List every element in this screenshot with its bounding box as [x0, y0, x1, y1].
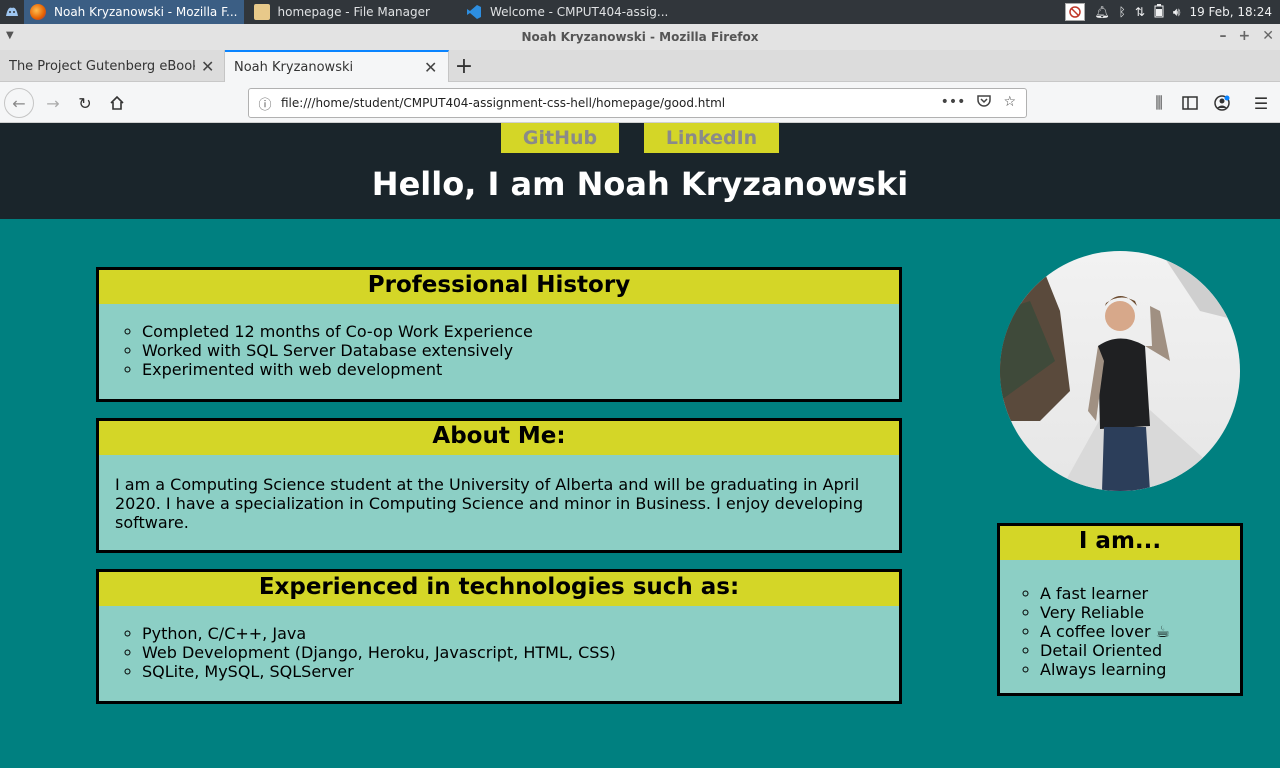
bookmark-star-icon[interactable]: ☆ [1003, 94, 1016, 112]
account-button[interactable] [1207, 88, 1237, 118]
notification-bell-icon[interactable]: 🔔︎ [1094, 5, 1109, 19]
about-text: I am a Computing Science student at the … [115, 475, 864, 532]
tab-gutenberg[interactable]: The Project Gutenberg eBook of Ja ✕ [0, 50, 225, 82]
url-bar[interactable]: ⓘ file:///home/student/CMPUT404-assignme… [248, 88, 1027, 118]
task-label: homepage - File Manager [277, 5, 430, 19]
card-title: About Me: [99, 421, 899, 455]
tab-noah[interactable]: Noah Kryzanowski ✕ [225, 50, 449, 82]
card-title: Professional History [99, 270, 899, 304]
forward-button[interactable]: → [38, 88, 68, 118]
web-page: GitHub LinkedIn Hello, I am Noah Kryzano… [0, 123, 1280, 768]
close-window-icon[interactable]: ✕ [1262, 28, 1274, 44]
close-tab-icon[interactable]: ✕ [201, 57, 214, 76]
list-item: Very Reliable [1040, 603, 1240, 622]
card-title: I am... [1000, 526, 1240, 560]
arrow-left-icon: ← [12, 93, 26, 113]
i-am-card: I am... A fast learner Very Reliable A c… [997, 523, 1243, 696]
network-icon[interactable]: ⇅ [1135, 5, 1145, 19]
close-tab-icon[interactable]: ✕ [424, 58, 437, 77]
folder-icon [253, 4, 270, 20]
traits-list: A fast learner Very Reliable A coffee lo… [1000, 560, 1240, 679]
task-vscode[interactable]: Welcome - CMPUT404-assig... [460, 0, 674, 24]
list-item: Completed 12 months of Co-op Work Experi… [142, 322, 899, 341]
list-item: A fast learner [1040, 584, 1240, 603]
card-title: Experienced in technologies such as: [99, 572, 899, 606]
reload-icon: ↻ [78, 93, 92, 113]
url-text[interactable]: file:///home/student/CMPUT404-assignment… [281, 96, 941, 110]
system-tray: 🔔︎ ᛒ ⇅ 🔊︎ 19 Feb, 18:24 [1065, 0, 1272, 24]
tab-label: Noah Kryzanowski [234, 59, 354, 75]
list-item: SQLite, MySQL, SQLServer [142, 662, 899, 681]
firefox-icon [30, 4, 46, 20]
professional-history-card: Professional History Completed 12 months… [96, 267, 902, 402]
github-link[interactable]: GitHub [501, 123, 619, 153]
window-title: Noah Kryzanowski - Mozilla Firefox [521, 30, 759, 44]
volume-icon[interactable]: 🔊︎ [1173, 5, 1181, 20]
info-icon[interactable]: ⓘ [249, 94, 281, 113]
pocket-icon[interactable] [977, 94, 992, 112]
library-icon: ⫼ [1155, 93, 1163, 112]
profile-photo [1000, 251, 1240, 491]
library-button[interactable]: ⫼ [1144, 88, 1174, 118]
reload-button[interactable]: ↻ [70, 88, 100, 118]
list-item: A coffee lover ☕ [1040, 622, 1240, 641]
task-label: Noah Kryzanowski - Mozilla F... [54, 5, 238, 19]
linkedin-link[interactable]: LinkedIn [644, 123, 779, 153]
page-header: GitHub LinkedIn Hello, I am Noah Kryzano… [0, 123, 1280, 219]
minimize-icon[interactable]: – [1220, 28, 1227, 44]
battery-icon[interactable] [1154, 3, 1164, 21]
about-me-card: About Me: I am a Computing Science stude… [96, 418, 902, 553]
list-item: Worked with SQL Server Database extensiv… [142, 341, 899, 360]
task-label: Welcome - CMPUT404-assig... [489, 5, 669, 19]
technologies-card: Experienced in technologies such as: Pyt… [96, 569, 902, 704]
new-tab-button[interactable]: + [449, 50, 479, 82]
list-item: Python, C/C++, Java [142, 624, 899, 643]
hamburger-icon: ☰ [1253, 93, 1269, 113]
page-actions-icon[interactable]: ••• [941, 94, 966, 112]
taskbar: Noah Kryzanowski - Mozilla F... homepage… [0, 0, 1280, 24]
list-item: Detail Oriented [1040, 641, 1240, 660]
list-item: Always learning [1040, 660, 1240, 679]
blocked-icon[interactable] [1065, 3, 1086, 21]
navigation-bar: ← → ↻ ⓘ file:///home/student/CMPUT404-as… [0, 82, 1280, 123]
vscode-icon [466, 4, 482, 20]
window-titlebar: ▼ Noah Kryzanowski - Mozilla Firefox – +… [0, 24, 1280, 50]
home-button[interactable] [102, 88, 132, 118]
tab-bar: The Project Gutenberg eBook of Ja ✕ Noah… [0, 50, 1280, 82]
tab-label: The Project Gutenberg eBook of Ja [9, 58, 195, 74]
bluetooth-icon[interactable]: ᛒ [1119, 5, 1126, 19]
home-icon [110, 95, 124, 110]
back-button[interactable]: ← [4, 88, 34, 118]
sidebar-icon [1182, 96, 1198, 110]
maximize-icon[interactable]: + [1239, 28, 1251, 44]
task-file-manager[interactable]: homepage - File Manager [248, 0, 436, 24]
account-icon [1214, 95, 1230, 111]
window-menu-chevron-icon[interactable]: ▼ [6, 30, 14, 41]
tech-list: Python, C/C++, Java Web Development (Dja… [99, 606, 899, 698]
page-title: Hello, I am Noah Kryzanowski [371, 165, 909, 203]
plus-icon: + [454, 53, 474, 79]
app-menu-icon [6, 7, 18, 16]
window-controls: – + ✕ [1220, 28, 1274, 44]
list-item: Web Development (Django, Heroku, Javascr… [142, 643, 899, 662]
clock[interactable]: 19 Feb, 18:24 [1189, 5, 1272, 19]
sidebar-button[interactable] [1175, 88, 1205, 118]
app-menu-button[interactable] [0, 0, 24, 24]
task-firefox[interactable]: Noah Kryzanowski - Mozilla F... [24, 0, 244, 24]
list-item: Experimented with web development [142, 360, 899, 379]
arrow-right-icon: → [46, 93, 60, 113]
professional-list: Completed 12 months of Co-op Work Experi… [99, 304, 899, 396]
menu-button[interactable]: ☰ [1246, 88, 1276, 118]
